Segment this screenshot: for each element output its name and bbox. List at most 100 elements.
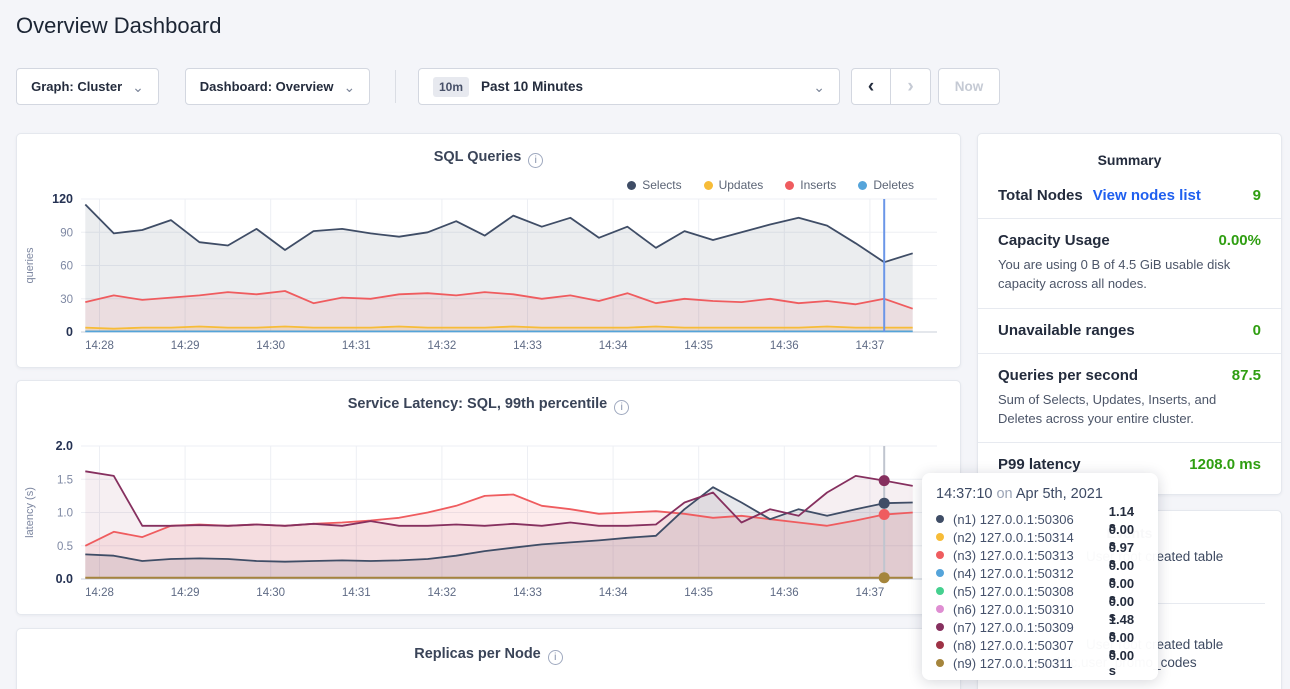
- svg-text:60: 60: [60, 261, 73, 273]
- service-latency-card: Service Latency: SQL, 99th percentile i 1…: [16, 380, 961, 615]
- svg-text:0.5: 0.5: [57, 541, 73, 553]
- summary-desc: Sum of Selects, Updates, Inserts, and De…: [998, 391, 1261, 429]
- tooltip-node: (n1) 127.0.0.1:50306: [953, 512, 1109, 527]
- summary-value: 87.5: [1232, 367, 1261, 384]
- summary-row-total-nodes: Total Nodes View nodes list 9: [978, 174, 1281, 219]
- svg-text:14:31: 14:31: [342, 587, 371, 599]
- sql-queries-chart[interactable]: 14:2814:2914:3014:3114:3214:3314:3414:35…: [19, 189, 960, 359]
- chevron-down-icon: ⌄: [813, 82, 825, 92]
- summary-desc: You are using 0 B of 4.5 GiB usable disk…: [998, 256, 1261, 294]
- tooltip-node: (n7) 127.0.0.1:50309: [953, 620, 1109, 635]
- svg-text:14:28: 14:28: [85, 340, 114, 352]
- svg-text:14:34: 14:34: [599, 340, 628, 352]
- summary-label: Queries per second: [998, 367, 1138, 384]
- svg-text:14:36: 14:36: [770, 587, 799, 599]
- summary-row-queries-per-second: Queries per second 87.5 Sum of Selects, …: [978, 354, 1281, 444]
- tooltip-node: (n5) 127.0.0.1:50308: [953, 584, 1109, 599]
- sql-queries-title: SQL Queries i: [17, 134, 960, 168]
- graph-dropdown[interactable]: Graph: Cluster ⌄: [16, 68, 159, 105]
- tooltip-node: (n4) 127.0.0.1:50312: [953, 566, 1109, 581]
- tooltip-time: 14:37:10: [936, 486, 992, 502]
- series-dot-icon: [936, 623, 944, 631]
- svg-text:14:29: 14:29: [171, 587, 200, 599]
- page-title: Overview Dashboard: [16, 13, 221, 39]
- svg-text:14:33: 14:33: [513, 340, 542, 352]
- series-dot-icon: [936, 641, 944, 649]
- tooltip-node: (n9) 127.0.0.1:50311: [953, 656, 1109, 671]
- tooltip-node: (n8) 127.0.0.1:50307: [953, 638, 1109, 653]
- chart-title-text: Replicas per Node: [414, 646, 541, 662]
- summary-row-unavailable-ranges: Unavailable ranges 0: [978, 309, 1281, 354]
- time-nav-group: ‹ ›: [851, 68, 931, 105]
- time-range-label: Past 10 Minutes: [481, 79, 583, 94]
- summary-title: Summary: [978, 134, 1281, 174]
- view-nodes-list-link[interactable]: View nodes list: [1093, 187, 1201, 204]
- chevron-down-icon: ⌄: [343, 82, 355, 92]
- svg-text:0: 0: [66, 325, 73, 339]
- tooltip-timestamp: 14:37:10 on Apr 5th, 2021: [936, 486, 1144, 502]
- svg-text:14:35: 14:35: [684, 587, 713, 599]
- svg-text:14:35: 14:35: [684, 340, 713, 352]
- tooltip-rows: (n1) 127.0.0.1:50306 1.14 s (n2) 127.0.0…: [936, 510, 1144, 672]
- svg-text:14:30: 14:30: [256, 587, 285, 599]
- summary-label: Capacity Usage: [998, 232, 1110, 249]
- tooltip-row: (n9) 127.0.0.1:50311 0.00 s: [936, 654, 1144, 672]
- svg-text:90: 90: [60, 227, 73, 239]
- series-dot-icon: [936, 551, 944, 559]
- svg-text:14:37: 14:37: [856, 340, 885, 352]
- info-icon[interactable]: i: [548, 650, 563, 665]
- tooltip-node: (n6) 127.0.0.1:50310: [953, 602, 1109, 617]
- summary-label: Total Nodes: [998, 187, 1083, 204]
- chevron-left-icon: ‹: [868, 76, 874, 98]
- series-dot-icon: [936, 569, 944, 577]
- sql-queries-card: SQL Queriesi Selects Updates Inserts Del…: [16, 133, 961, 368]
- time-range-selector[interactable]: 10m Past 10 Minutes ⌄: [418, 68, 840, 105]
- svg-text:120: 120: [52, 192, 73, 206]
- svg-text:queries: queries: [24, 247, 36, 284]
- svg-text:14:34: 14:34: [599, 587, 628, 599]
- summary-row-capacity-usage: Capacity Usage 0.00% You are using 0 B o…: [978, 219, 1281, 309]
- chevron-right-icon: ›: [907, 76, 913, 98]
- svg-text:14:28: 14:28: [85, 587, 114, 599]
- time-next-button[interactable]: ›: [891, 68, 931, 105]
- replicas-per-node-card: Replicas per Node i: [16, 628, 961, 689]
- svg-text:30: 30: [60, 294, 73, 306]
- summary-label: P99 latency: [998, 456, 1081, 473]
- chart-title-text: Service Latency: SQL, 99th percentile: [348, 396, 608, 412]
- info-icon[interactable]: i: [528, 153, 543, 168]
- svg-text:0.0: 0.0: [56, 572, 73, 586]
- service-latency-chart[interactable]: 14:2814:2914:3014:3114:3214:3314:3414:35…: [19, 436, 960, 606]
- tooltip-node: (n2) 127.0.0.1:50314: [953, 530, 1109, 545]
- svg-text:14:32: 14:32: [428, 340, 457, 352]
- svg-text:2.0: 2.0: [56, 439, 73, 453]
- series-dot-icon: [936, 587, 944, 595]
- chevron-down-icon: ⌄: [132, 82, 144, 92]
- graph-dropdown-label: Graph: Cluster: [31, 79, 122, 94]
- tooltip-on-text: on: [996, 486, 1012, 502]
- summary-value: 0.00%: [1218, 232, 1261, 249]
- time-range-badge: 10m: [433, 77, 469, 97]
- series-dot-icon: [936, 605, 944, 613]
- svg-text:14:32: 14:32: [428, 587, 457, 599]
- tooltip-value: 0.00 s: [1109, 648, 1144, 678]
- time-prev-button[interactable]: ‹: [851, 68, 891, 105]
- tooltip-date: Apr 5th, 2021: [1016, 486, 1103, 502]
- svg-text:14:30: 14:30: [256, 340, 285, 352]
- dashboard-dropdown[interactable]: Dashboard: Overview ⌄: [185, 68, 370, 105]
- summary-value: 9: [1253, 187, 1261, 204]
- summary-value: 1208.0 ms: [1189, 456, 1261, 473]
- svg-text:14:37: 14:37: [856, 587, 885, 599]
- chart-hover-tooltip: 14:37:10 on Apr 5th, 2021 (n1) 127.0.0.1…: [922, 473, 1158, 680]
- series-dot-icon: [936, 533, 944, 541]
- replicas-title: Replicas per Node i: [17, 629, 960, 665]
- series-dot-icon: [936, 515, 944, 523]
- svg-text:1.5: 1.5: [57, 474, 73, 486]
- dashboard-dropdown-label: Dashboard: Overview: [200, 79, 334, 94]
- info-icon[interactable]: i: [614, 400, 629, 415]
- summary-panel: Summary Total Nodes View nodes list 9 Ca…: [977, 133, 1282, 495]
- svg-text:14:29: 14:29: [171, 340, 200, 352]
- chart-title-text: SQL Queries: [434, 149, 522, 165]
- now-button[interactable]: Now: [938, 68, 1000, 105]
- series-dot-icon: [936, 659, 944, 667]
- svg-text:1.0: 1.0: [57, 508, 73, 520]
